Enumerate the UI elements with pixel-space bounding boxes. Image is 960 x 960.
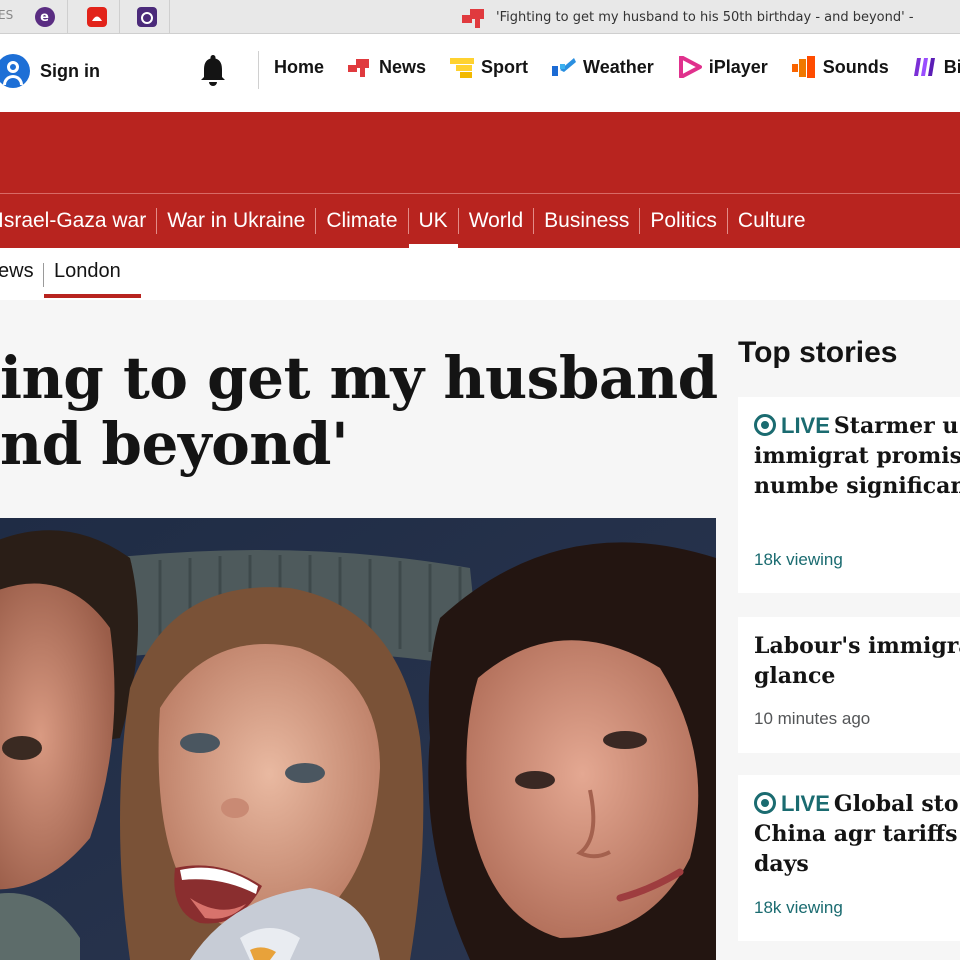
live-icon [754,792,776,814]
sounds-icon [791,56,816,78]
nav-weather[interactable]: Weather [552,56,654,78]
bbc-global-nav: Sign in Home News Sport Weather iPlayer … [0,34,960,112]
section-climate[interactable]: Climate [315,208,407,234]
story-viewing-count: 18k viewing [754,550,843,569]
subnav-active-underline [44,294,141,298]
nav-bitesize[interactable]: Bite [913,56,960,78]
subnav-divider [43,263,44,287]
section-culture[interactable]: Culture [726,208,816,234]
news-section-nav: Israel-Gaza war War in Ukraine Climate U… [0,206,816,248]
top-story-card[interactable]: LIVEGlobal sto US and China agr tariffs … [738,775,960,941]
section-war-in-ukraine[interactable]: War in Ukraine [156,208,315,234]
live-icon [754,414,776,436]
live-badge: LIVE [781,791,830,816]
section-business[interactable]: Business [533,208,639,234]
headline-line-2: nd beyond' [0,410,349,477]
sign-in-label: Sign in [40,60,100,81]
story-timestamp: 10 minutes ago [754,709,871,728]
pinned-tab[interactable] [74,0,120,33]
tab-fragment-label: ES [0,8,14,22]
story-headline[interactable]: Labour's immigra a glance [754,631,960,691]
nav-sounds[interactable]: Sounds [791,56,889,78]
sport-icon [450,56,475,78]
nav-iplayer[interactable]: iPlayer [678,55,768,79]
global-nav-links: Home News Sport Weather iPlayer Sounds B… [274,55,960,79]
section-world[interactable]: World [457,208,533,234]
family-selfie-image [0,518,716,960]
nav-news-label: News [379,56,427,77]
nav-iplayer-label: iPlayer [708,56,768,77]
section-politics[interactable]: Politics [639,208,727,234]
browser-tab-strip: ES e 'Fighting to get my husband to his … [0,0,960,34]
story-text: Labour's immigra a glance [754,633,960,689]
user-icon [0,54,30,88]
article-headline: ing to get my husband to nd beyond' [0,345,720,477]
story-viewing-count: 18k viewing [754,898,843,917]
top-stories-heading: Top stories [738,336,898,369]
story-headline[interactable]: LIVEGlobal sto US and China agr tariffs … [754,789,960,879]
banner-separator [0,193,960,194]
dome-favicon-icon [136,7,157,27]
headline-line-1: ing to get my husband to [0,345,720,412]
live-badge: LIVE [781,413,830,438]
nav-home[interactable]: Home [274,57,324,78]
news-icon [348,56,372,78]
section-uk[interactable]: UK [407,208,458,248]
nav-sounds-label: Sounds [822,56,889,77]
bbc-news-favicon-icon [462,6,488,28]
sign-in-link[interactable]: Sign in [0,54,100,88]
weather-icon [552,56,577,78]
iplayer-icon [678,55,702,79]
nav-bitesize-label: Bite [943,56,960,77]
pinned-tab[interactable]: e [22,0,68,33]
nav-sport[interactable]: Sport [450,56,528,78]
pinned-tab[interactable] [124,0,170,33]
section-israel-gaza-war[interactable]: Israel-Gaza war [0,208,156,234]
bitesize-icon [913,56,937,78]
nav-home-label: Home [274,56,325,77]
active-tab-title: 'Fighting to get my husband to his 50th … [496,9,914,25]
article-hero-photo [0,518,716,960]
active-tab[interactable]: 'Fighting to get my husband to his 50th … [462,0,960,33]
nav-news[interactable]: News [348,56,426,78]
bank-favicon-icon [86,7,107,27]
news-banner: Israel-Gaza war War in Ukraine Climate U… [0,112,960,248]
regional-subnav: ews London [0,248,960,300]
e-favicon-icon: e [34,7,55,27]
nav-weather-label: Weather [583,56,654,77]
nav-divider [258,51,259,89]
nav-sport-label: Sport [481,56,529,77]
notifications-bell-icon[interactable] [196,52,230,88]
subnav-parent-link[interactable]: ews [0,260,34,283]
story-headline[interactable]: LIVEStarmer u 'tighter' immigrat promisi… [754,411,960,501]
top-story-card[interactable]: Labour's immigra a glance 10 minutes ago [738,617,960,753]
top-story-card[interactable]: LIVEStarmer u 'tighter' immigrat promisi… [738,397,960,593]
subnav-london-link[interactable]: London [54,260,121,283]
